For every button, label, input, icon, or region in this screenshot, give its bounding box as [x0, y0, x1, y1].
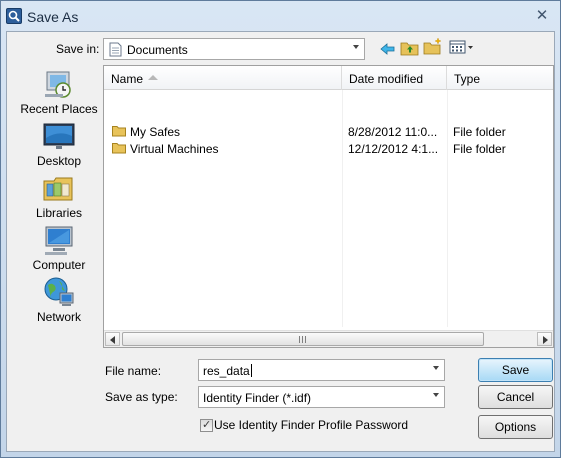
list-header: Name Date modified Type	[104, 66, 553, 90]
place-recent-places[interactable]: Recent Places	[15, 68, 103, 120]
chevron-left-icon	[110, 336, 115, 344]
file-name-value: res_data	[203, 364, 250, 378]
column-header-name[interactable]: Name	[104, 66, 342, 90]
use-profile-password-checkbox[interactable]: ✓	[200, 419, 213, 432]
place-label: Network	[36, 310, 81, 324]
place-label: Computer	[32, 258, 86, 272]
options-button[interactable]: Options	[478, 415, 553, 439]
back-arrow-icon[interactable]	[378, 40, 398, 58]
type-cell: File folder	[453, 142, 506, 156]
save-button[interactable]: Save	[478, 358, 553, 382]
place-label: Recent Places	[20, 102, 98, 116]
views-menu-icon[interactable]	[449, 39, 475, 57]
column-header-date-modified[interactable]: Date modified	[342, 66, 447, 90]
close-icon[interactable]: ✕	[534, 8, 550, 24]
scroll-right-button[interactable]	[537, 332, 552, 346]
new-folder-icon[interactable]	[423, 37, 443, 55]
place-label: Desktop	[36, 154, 82, 168]
recent-places-icon	[45, 71, 71, 98]
computer-icon	[45, 226, 73, 255]
file-list[interactable]: Name Date modified Type My Safes 8/28/20…	[103, 65, 554, 348]
file-name-label: File name:	[105, 364, 162, 378]
date-modified-cell: 12/12/2012 4:1...	[348, 142, 439, 156]
save-in-label: Save in:	[56, 42, 100, 56]
documents-icon	[109, 42, 122, 57]
date-modified-cell: 8/28/2012 11:0...	[348, 125, 438, 139]
up-one-level-icon[interactable]	[400, 38, 420, 56]
file-name-field[interactable]: res_data	[198, 359, 445, 381]
scroll-left-button[interactable]	[105, 332, 120, 346]
place-network[interactable]: Network	[15, 276, 103, 328]
file-name-cell: My Safes	[130, 125, 181, 139]
save-as-type-value: Identity Finder (*.idf)	[203, 391, 312, 405]
scrollbar-thumb[interactable]	[122, 332, 484, 346]
window-title: Save As	[27, 9, 79, 25]
checkbox-label[interactable]: Use Identity Finder Profile Password	[214, 418, 408, 432]
places-bar: Recent Places Desktop Libraries Computer…	[15, 64, 103, 334]
horizontal-scrollbar[interactable]	[104, 330, 553, 347]
place-computer[interactable]: Computer	[15, 224, 103, 276]
folder-icon	[112, 126, 126, 137]
network-icon	[44, 277, 74, 306]
chevron-right-icon	[543, 336, 548, 344]
file-name-cell: Virtual Machines	[130, 142, 219, 156]
place-libraries[interactable]: Libraries	[15, 172, 103, 224]
dialog-body: Save in: Documents Recent Places Desktop…	[6, 31, 555, 452]
chevron-down-icon[interactable]	[433, 366, 439, 370]
save-in-dropdown[interactable]: Documents	[103, 38, 365, 60]
cancel-button[interactable]: Cancel	[478, 385, 553, 409]
save-as-type-label: Save as type:	[105, 390, 178, 404]
column-header-type[interactable]: Type	[447, 66, 553, 90]
table-row[interactable]: My Safes 8/28/2012 11:0... File folder	[104, 123, 553, 140]
grip-icon	[299, 336, 308, 343]
libraries-icon	[43, 177, 73, 201]
save-as-dialog: Save As ✕ Save in: Documents Recent Plac…	[0, 0, 561, 458]
text-caret	[250, 364, 252, 377]
checkmark-icon: ✓	[202, 419, 212, 431]
folder-icon	[112, 143, 126, 154]
save-as-type-dropdown[interactable]: Identity Finder (*.idf)	[198, 386, 445, 408]
type-cell: File folder	[453, 125, 506, 139]
save-in-value: Documents	[127, 43, 188, 57]
chevron-down-icon	[433, 393, 439, 397]
chevron-down-icon	[353, 45, 359, 49]
place-desktop[interactable]: Desktop	[15, 120, 103, 172]
place-label: Libraries	[35, 206, 83, 220]
sort-ascending-icon	[148, 75, 158, 80]
table-row[interactable]: Virtual Machines 12/12/2012 4:1... File …	[104, 140, 553, 157]
desktop-icon	[43, 123, 75, 149]
app-icon	[6, 8, 22, 24]
title-bar[interactable]: Save As ✕	[1, 1, 560, 31]
